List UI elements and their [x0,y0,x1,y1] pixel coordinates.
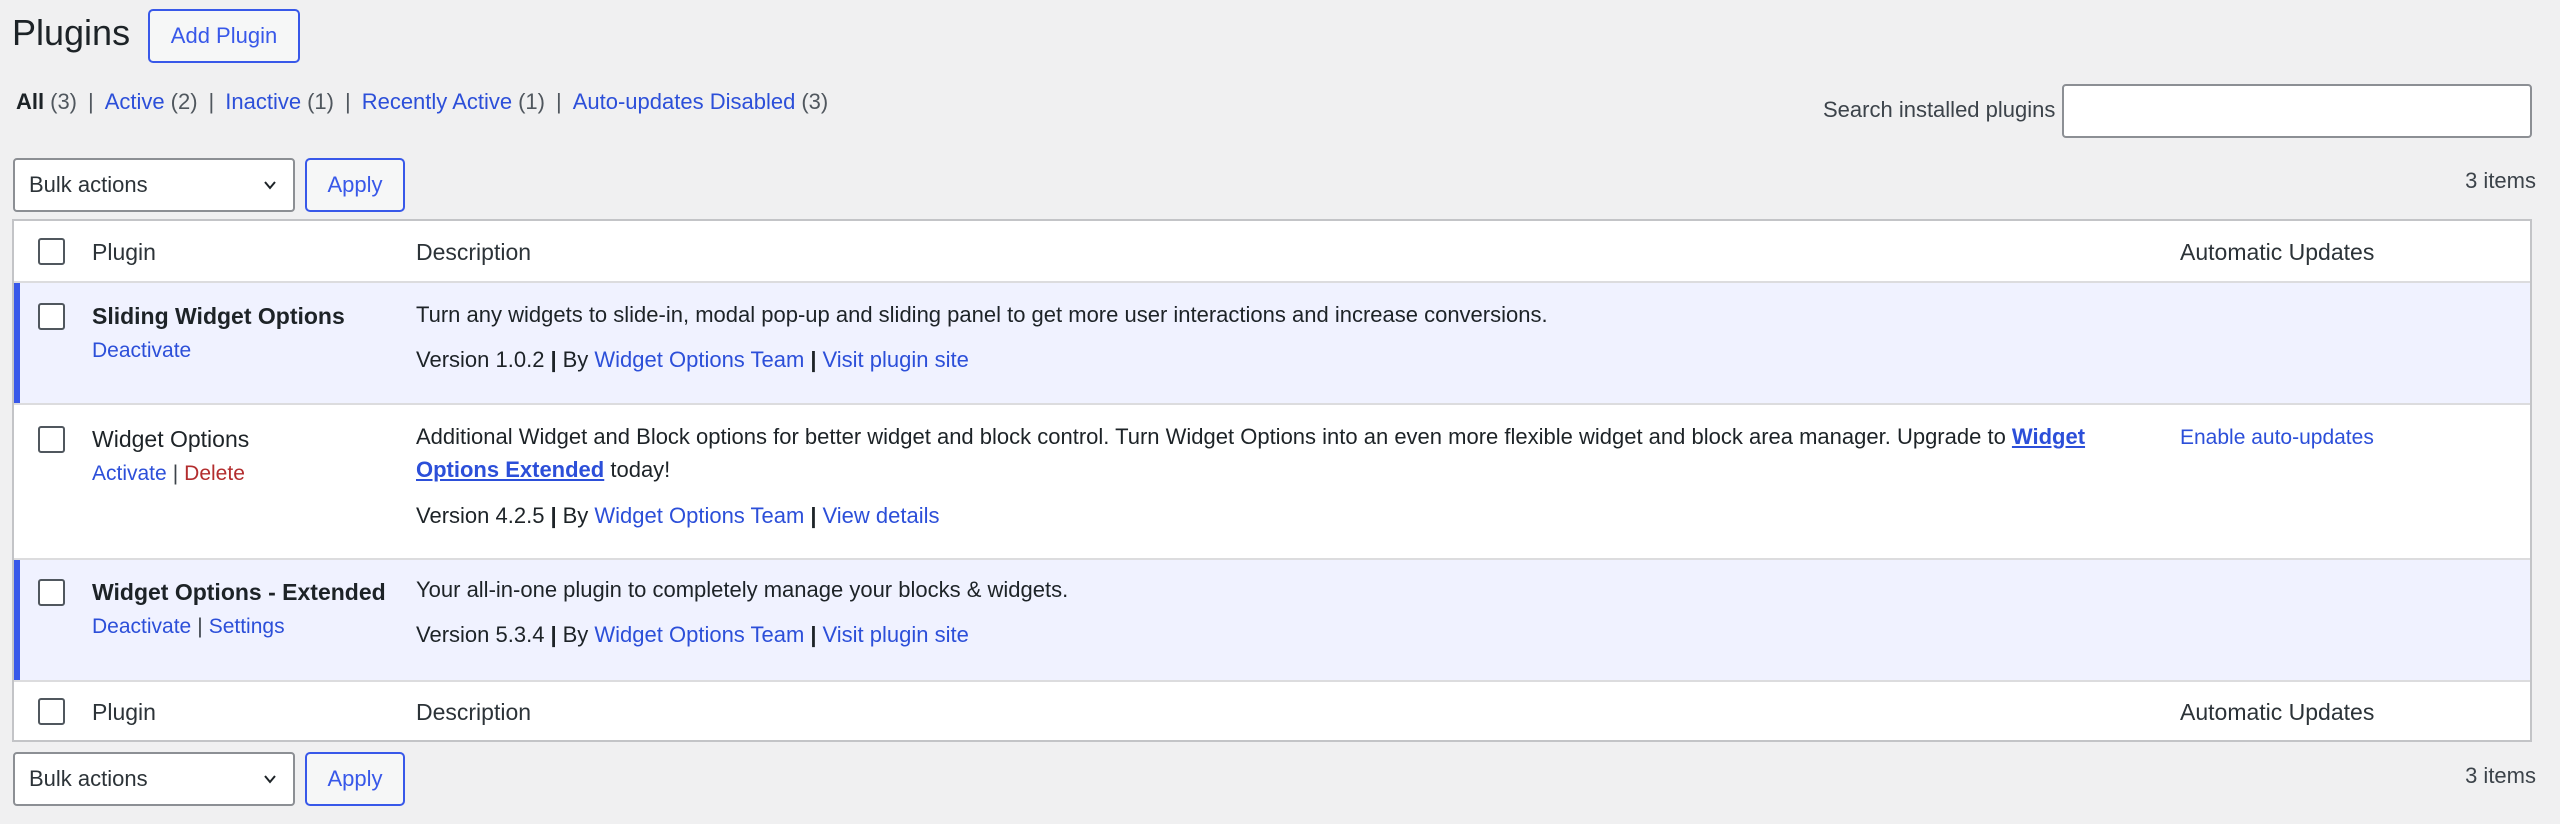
deactivate-link[interactable]: Deactivate [92,615,191,638]
plugin-description: Turn any widgets to slide-in, modal pop-… [416,302,1548,327]
author-link[interactable]: Widget Options Team [594,503,804,528]
filter-all-count: (3) [50,89,78,114]
items-count-bottom: 3 items [2465,763,2536,788]
filter-separator: | [344,89,351,114]
plugin-name: Widget Options [92,426,250,452]
description-text-end: today! [604,457,671,482]
filter-auto-updates-disabled-count: (3) [801,89,829,114]
plugin-description: Your all-in-one plugin to completely man… [416,577,1069,602]
filter-separator: | [556,89,562,114]
plugin-meta: Version 4.2.5 | By Widget Options Team | Vie… [416,503,940,528]
plugin-by: By [562,503,589,528]
plugin-meta: Version 1.0.2 | By Widget Options Team | Vis… [416,347,969,372]
enable-auto-updates-link[interactable]: Enable auto-updates [2180,426,2374,450]
filter-auto-updates-disabled[interactable]: Auto-updates Disabled [573,89,796,115]
plugin-name: Widget Options - Extended [92,579,386,605]
search-label: Search installed plugins [1823,97,2056,122]
column-footer-description: Description [416,699,532,725]
row-actions: Deactivate | Settings [92,615,285,638]
plugin-status-filters: All (3) | Active (2) | Inactive (1) | Re… [16,89,828,115]
table-header-row: Plugin Description Automatic Updates [14,221,2530,283]
chevron-down-icon [264,181,276,190]
plugin-by: By [562,622,589,647]
search-input[interactable] [2062,84,2532,138]
select-all-checkbox-footer[interactable] [38,698,65,725]
plugin-version: Version 4.2.5 [416,503,545,528]
visit-plugin-site-link[interactable]: Visit plugin site [822,347,968,372]
bulk-actions-value: Bulk actions [29,172,148,197]
table-footer-row: Plugin Description Automatic Updates [14,682,2530,742]
settings-link[interactable]: Settings [209,615,285,638]
plugin-name: Sliding Widget Options [92,303,345,329]
column-header-automatic-updates: Automatic Updates [2180,239,2375,265]
filter-separator: | [208,89,215,114]
row-actions: Activate | Delete [92,462,245,485]
row-checkbox[interactable] [38,303,65,330]
bulk-actions-select-bottom[interactable]: Bulk actions [13,752,295,806]
filter-separator: | [88,89,94,114]
column-header-description: Description [416,239,532,265]
plugin-description: Additional Widget and Block options for … [416,420,2116,486]
filter-inactive-count: (1) [307,89,334,114]
bulk-actions-value: Bulk actions [29,766,148,791]
plugins-table: Plugin Description Automatic Updates Sli… [12,219,2532,742]
row-actions: Deactivate [92,339,191,363]
filter-active[interactable]: Active [105,89,165,115]
filter-recently-active[interactable]: Recently Active [362,89,512,115]
filter-active-count: (2) [170,89,198,114]
plugin-version: Version 5.3.4 [416,622,545,647]
column-footer-plugin: Plugin [92,699,156,725]
activate-link[interactable]: Activate [92,462,167,485]
table-row: Widget Options - Extended Deactivate | Set… [14,560,2530,682]
add-plugin-button[interactable]: Add Plugin [148,9,300,63]
chevron-down-icon [264,775,276,784]
select-all-checkbox[interactable] [38,238,65,265]
author-link[interactable]: Widget Options Team [594,622,804,647]
plugin-by: By [562,347,589,372]
filter-inactive[interactable]: Inactive [225,89,301,115]
author-link[interactable]: Widget Options Team [594,347,804,372]
table-row: Widget Options Activate | Delete Additiona… [14,405,2530,560]
row-checkbox[interactable] [38,426,65,453]
items-count-top: 3 items [2465,168,2536,193]
plugin-meta: Version 5.3.4 | By Widget Options Team | Vis… [416,622,969,647]
description-text: Additional Widget and Block options for … [416,424,2012,449]
table-row: Sliding Widget Options Deactivate Turn a… [14,283,2530,405]
page-title: Plugins [12,12,131,53]
filter-all[interactable]: All [16,89,44,115]
apply-button-top[interactable]: Apply [305,158,405,212]
delete-link[interactable]: Delete [184,462,245,485]
visit-plugin-site-link[interactable]: Visit plugin site [822,622,968,647]
column-header-plugin: Plugin [92,239,156,265]
row-checkbox[interactable] [38,579,65,606]
plugin-version: Version 1.0.2 [416,347,545,372]
view-details-link[interactable]: View details [822,503,939,528]
bulk-actions-select-top[interactable]: Bulk actions [13,158,295,212]
filter-recently-active-count: (1) [518,89,545,114]
deactivate-link[interactable]: Deactivate [92,339,191,362]
column-footer-automatic-updates: Automatic Updates [2180,699,2375,725]
apply-button-bottom[interactable]: Apply [305,752,405,806]
